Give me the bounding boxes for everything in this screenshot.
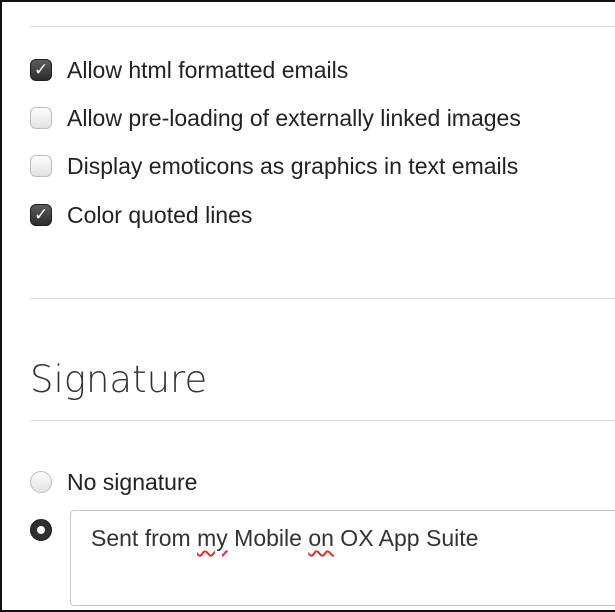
no-signature-option[interactable]: No signature [30,464,197,500]
allow-html-label: Allow html formatted emails [67,56,349,83]
signature-section-title: Signature [30,358,208,401]
checkmark-icon: ✓ [34,60,49,80]
custom-signature-radio[interactable] [30,519,52,541]
color-quoted-label: Color quoted lines [67,201,253,228]
preload-images-checkbox[interactable] [30,107,52,129]
option-preload-images[interactable]: Allow pre-loading of externally linked i… [30,100,521,136]
color-quoted-checkbox[interactable]: ✓ [30,204,52,226]
no-signature-radio[interactable] [30,471,52,493]
emoticons-checkbox[interactable] [30,155,52,177]
preload-images-label: Allow pre-loading of externally linked i… [67,104,521,131]
signature-text-part: Sent from [91,525,198,551]
option-emoticons[interactable]: Display emoticons as graphics in text em… [30,148,518,184]
checkmark-icon: ✓ [34,205,49,225]
option-allow-html[interactable]: ✓ Allow html formatted emails [30,52,348,88]
emoticons-label: Display emoticons as graphics in text em… [67,152,519,179]
custom-signature-option[interactable] [30,512,67,548]
signature-text-field[interactable]: Sent from my Mobile on OX App Suite [70,510,615,606]
settings-panel: ✓ Allow html formatted emails Allow pre-… [0,0,615,612]
no-signature-label: No signature [67,468,198,495]
signature-text-misspelled: on [308,525,334,551]
signature-text-part: OX App Suite [333,525,479,551]
radio-selected-dot [37,526,45,534]
option-color-quoted[interactable]: ✓ Color quoted lines [30,197,252,233]
section-divider [30,298,615,299]
signature-text-part: Mobile [227,525,309,551]
signature-text-misspelled: my [197,525,228,551]
top-divider [30,26,615,27]
allow-html-checkbox[interactable]: ✓ [30,59,52,81]
signature-title-divider [30,420,615,421]
